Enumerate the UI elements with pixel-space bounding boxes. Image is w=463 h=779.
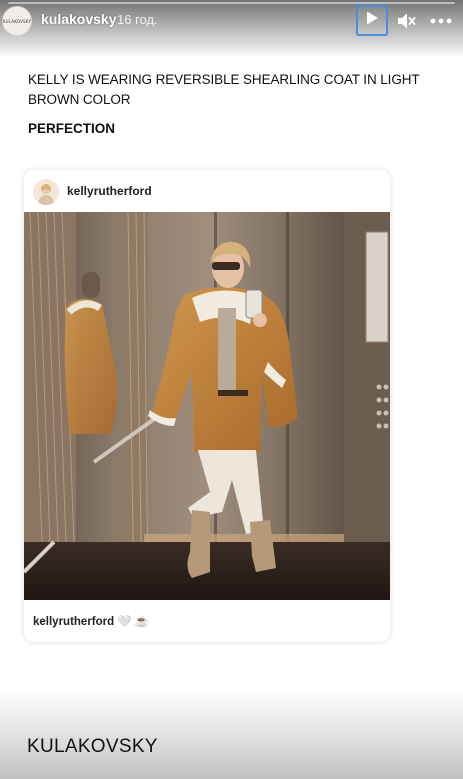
story-header: KULAKOVSKY kulakovsky 16 год.: [0, 3, 463, 36]
post-caption-username[interactable]: kellyrutherford: [33, 616, 114, 628]
story-viewer[interactable]: KELLY IS WEARING REVERSIBLE SHEARLING CO…: [0, 0, 463, 779]
play-icon: [364, 10, 380, 31]
post-caption-emoji: 🤍 ☕: [117, 616, 150, 628]
account-avatar[interactable]: KULAKOVSKY: [2, 6, 32, 36]
more-horizontal-icon: [429, 17, 453, 34]
story-caption: KELLY IS WEARING REVERSIBLE SHEARLING CO…: [28, 72, 420, 107]
post-photo: [24, 211, 390, 601]
post-author-avatar[interactable]: [33, 179, 59, 205]
more-options-button[interactable]: [429, 12, 453, 30]
play-button[interactable]: [356, 5, 388, 36]
brand-wordmark: KULAKOVSKY: [27, 736, 158, 757]
post-author-username[interactable]: kellyrutherford: [67, 184, 152, 198]
account-username[interactable]: kulakovsky: [41, 11, 117, 27]
story-caption-emphasis: PERFECTION: [28, 121, 116, 136]
embedded-post-card[interactable]: kellyrutherford kellyrutherford 🤍 ☕: [24, 170, 390, 642]
speaker-muted-icon: [396, 13, 416, 36]
bottom-gradient: [0, 690, 463, 779]
avatar-logo-text: KULAKOVSKY: [2, 18, 32, 24]
post-time: 16 год.: [117, 12, 158, 27]
post-caption: kellyrutherford 🤍 ☕: [33, 614, 149, 628]
mute-button[interactable]: [396, 10, 416, 32]
